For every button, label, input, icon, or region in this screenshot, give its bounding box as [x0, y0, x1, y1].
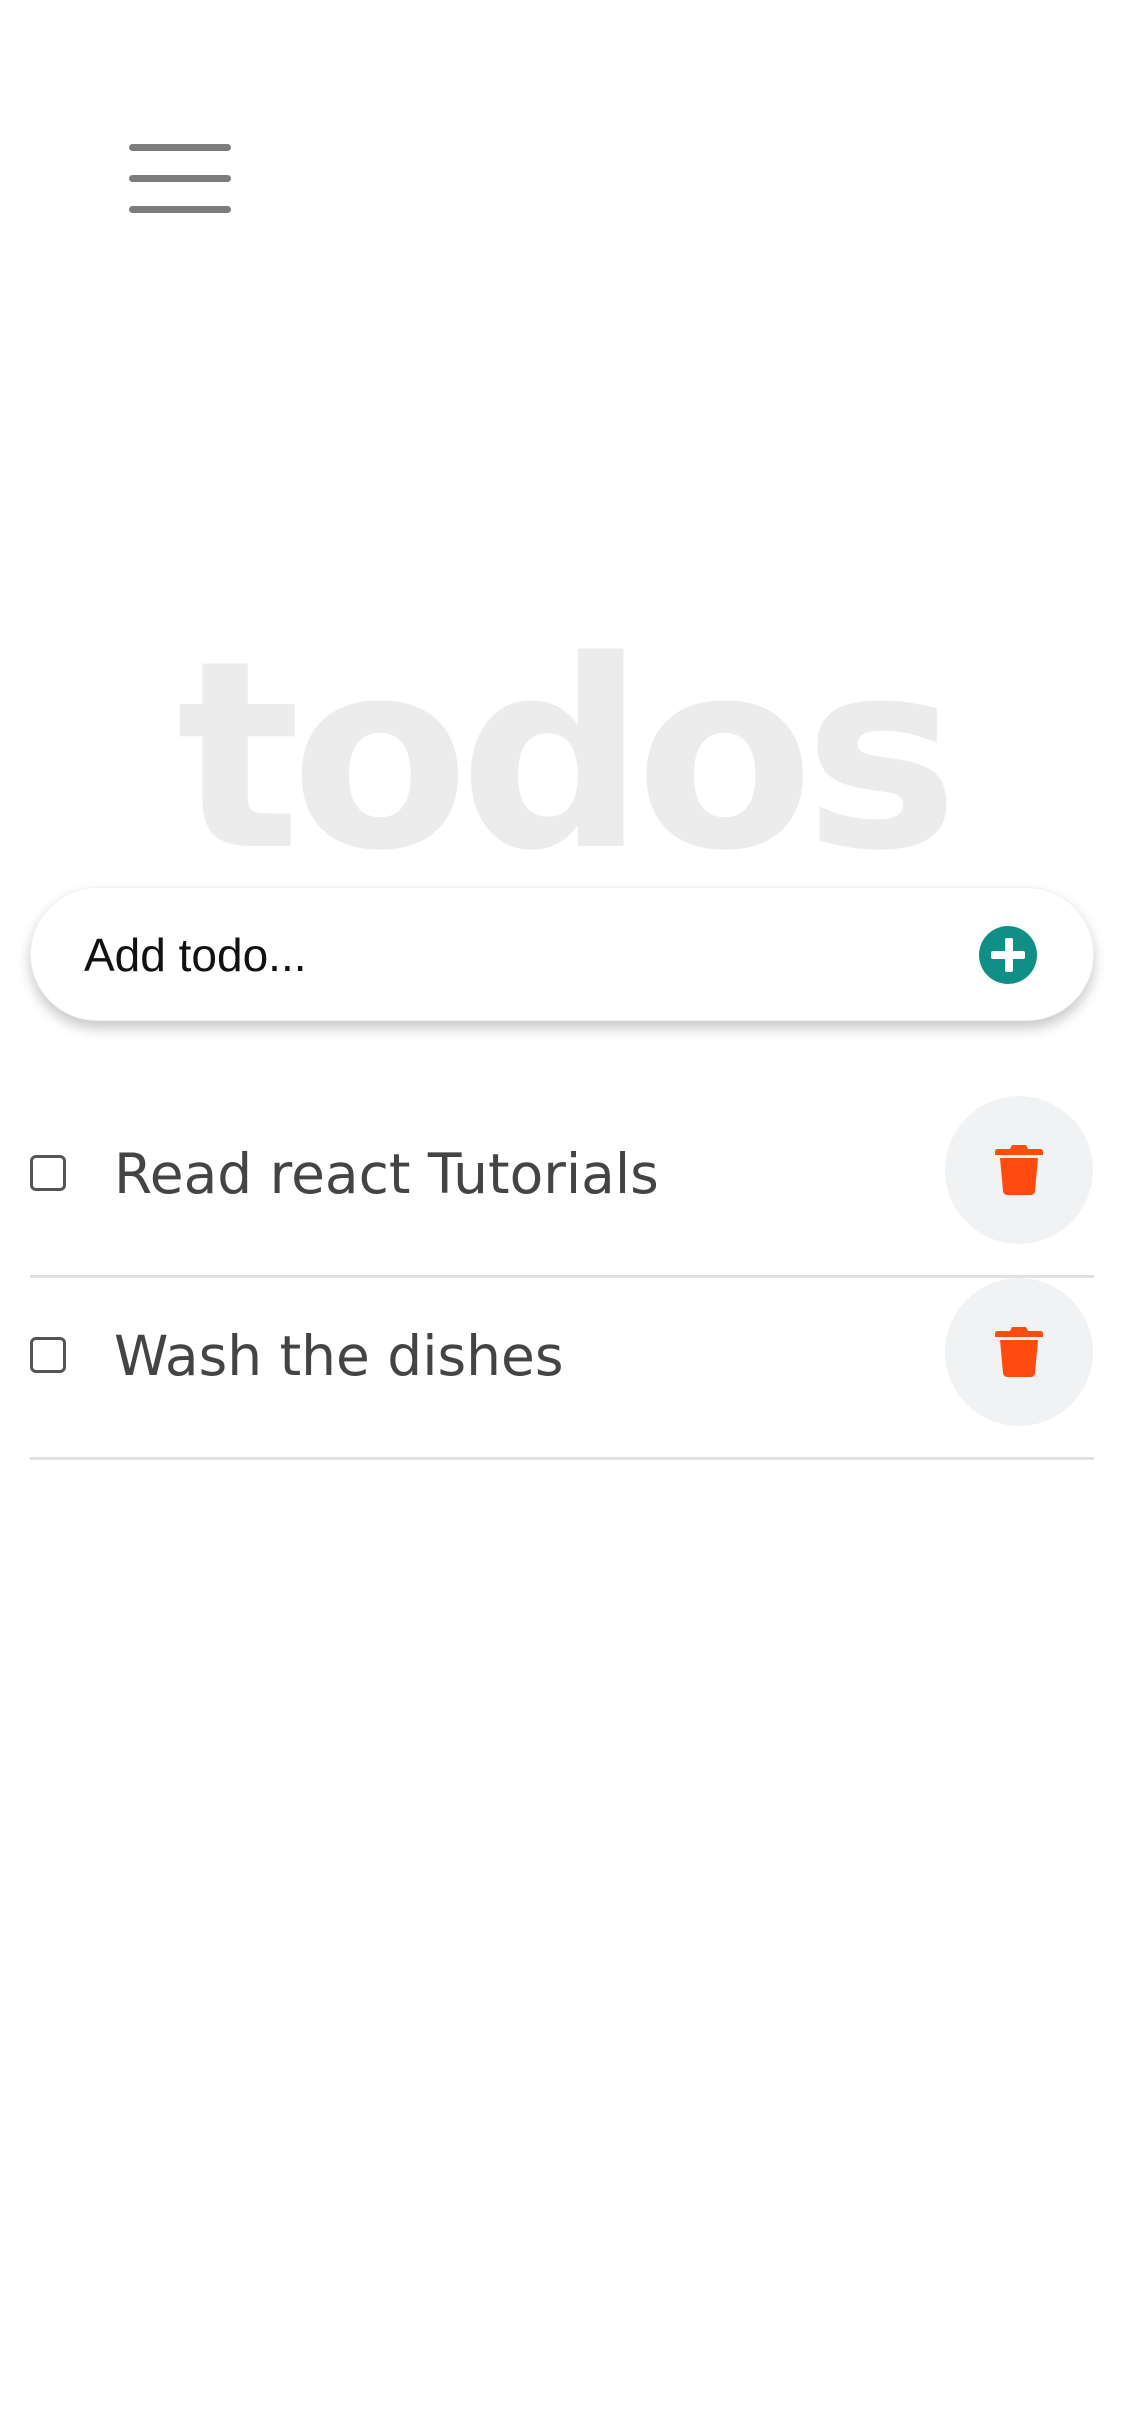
todo-item: Wash the dishes: [30, 1278, 1094, 1460]
trash-icon: [995, 1145, 1043, 1195]
todo-list: Read react Tutorials Wash the dishes: [30, 1096, 1094, 1460]
todo-checkbox[interactable]: [30, 1337, 66, 1373]
todo-item: Read react Tutorials: [30, 1096, 1094, 1278]
plus-circle-icon[interactable]: [979, 926, 1037, 984]
todo-app-screen: todos Read react Tutorials Wash the dish…: [0, 0, 1125, 2436]
todo-text: Read react Tutorials: [114, 1142, 659, 1206]
app-title: todos: [176, 606, 958, 909]
menu-line-top: [129, 144, 231, 151]
add-todo-bar: [30, 887, 1094, 1021]
trash-icon: [995, 1327, 1043, 1377]
hamburger-menu-icon[interactable]: [129, 142, 231, 218]
todo-checkbox[interactable]: [30, 1155, 66, 1191]
delete-todo-button[interactable]: [945, 1096, 1093, 1244]
todo-text: Wash the dishes: [114, 1324, 564, 1388]
delete-todo-button[interactable]: [945, 1278, 1093, 1426]
menu-line-middle: [129, 175, 231, 182]
menu-line-bottom: [129, 206, 231, 213]
add-todo-input[interactable]: [84, 916, 954, 994]
